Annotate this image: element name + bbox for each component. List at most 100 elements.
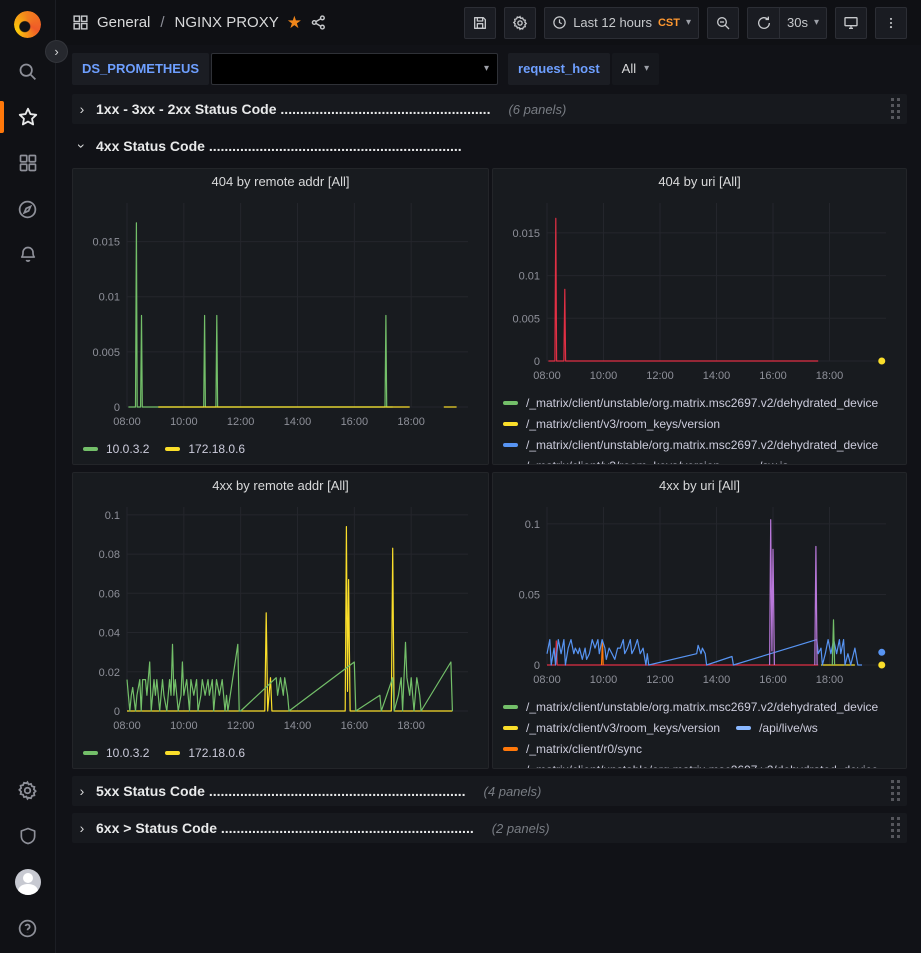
legend-item[interactable]: 10.0.3.2 <box>83 438 149 459</box>
chevron-down-icon: ▾ <box>484 63 489 74</box>
legend-label: /_matrix/client/unstable/org.matrix.msc2… <box>526 396 878 410</box>
legend-item[interactable]: /_matrix/client/unstable/org.matrix.msc2… <box>503 759 878 769</box>
compass-icon <box>17 199 38 220</box>
svg-text:14:00: 14:00 <box>703 674 731 686</box>
search-icon <box>17 61 38 82</box>
legend-item[interactable]: /_matrix/client/unstable/org.matrix.msc2… <box>503 696 878 717</box>
cycle-view-mode-button[interactable] <box>835 7 867 39</box>
panel-4xx-by-remote-addr: 4xx by remote addr [All] 00.020.040.060.… <box>72 472 489 769</box>
share-icon[interactable] <box>310 14 327 31</box>
panel-title[interactable]: 404 by uri [All] <box>493 169 906 195</box>
refresh-button[interactable] <box>747 7 779 39</box>
sidebar-expand-button[interactable]: › <box>45 40 68 63</box>
row-drag-handle[interactable] <box>891 817 901 839</box>
variables-submenu: DS_PROMETHEUS ▾ request_host All ▾ <box>56 45 921 92</box>
chevron-down-icon: ▾ <box>814 17 819 28</box>
panel-title[interactable]: 4xx by uri [All] <box>493 473 906 499</box>
svg-text:16:00: 16:00 <box>759 370 787 382</box>
row-panel-count: (4 panels) <box>484 784 542 799</box>
legend-swatch <box>503 726 518 730</box>
request-host-select[interactable]: All ▾ <box>612 53 659 85</box>
timeseries-chart[interactable]: 00.0050.010.01508:0010:0012:0014:0016:00… <box>73 195 488 436</box>
grafana-app: › General / NGINX PROXY ★ La <box>0 0 921 953</box>
svg-text:18:00: 18:00 <box>397 416 425 428</box>
timeseries-chart[interactable]: 00.020.040.060.080.108:0010:0012:0014:00… <box>73 499 488 740</box>
dashboards-grid-icon <box>18 153 38 173</box>
legend-item[interactable]: /_matrix/client/r0/sync <box>503 738 642 759</box>
legend-label: /api/live/ws <box>759 721 818 735</box>
svg-text:0.06: 0.06 <box>99 588 120 600</box>
sidebar-item-configuration[interactable] <box>0 767 56 813</box>
grafana-logo-icon <box>14 11 41 38</box>
svg-text:0.01: 0.01 <box>99 292 120 304</box>
more-options-button[interactable] <box>875 7 907 39</box>
clock-icon <box>552 15 567 30</box>
legend-swatch <box>503 443 518 447</box>
legend-item[interactable]: 172.18.0.6 <box>165 742 245 763</box>
svg-text:08:00: 08:00 <box>533 674 561 686</box>
legend-item[interactable]: /_matrix/client/unstable/org.matrix.msc2… <box>503 392 878 413</box>
legend-swatch <box>83 447 98 451</box>
bell-icon <box>18 245 38 265</box>
row-4xx[interactable]: › 4xx Status Code ......................… <box>72 131 907 161</box>
svg-text:0.015: 0.015 <box>512 228 540 240</box>
sidebar-item-explore[interactable] <box>0 186 56 232</box>
row-drag-handle[interactable] <box>891 98 901 120</box>
svg-text:18:00: 18:00 <box>816 370 844 382</box>
row-drag-handle[interactable] <box>891 780 901 802</box>
svg-text:10:00: 10:00 <box>590 674 618 686</box>
legend-swatch <box>503 464 518 466</box>
ds-prometheus-label: DS_PROMETHEUS <box>72 53 209 85</box>
page-title[interactable]: NGINX PROXY <box>175 14 279 31</box>
legend-item[interactable]: /_matrix/client/unstable/org.matrix.msc2… <box>503 434 878 455</box>
svg-text:0.01: 0.01 <box>519 271 540 283</box>
ds-prometheus-select[interactable]: ▾ <box>211 53 498 85</box>
legend-item[interactable]: /api/live/ws <box>736 717 818 738</box>
legend-item[interactable]: /sw.js <box>736 455 788 465</box>
sidebar-item-profile[interactable] <box>0 859 56 905</box>
chevron-down-icon: ▾ <box>686 17 691 28</box>
legend-label: 10.0.3.2 <box>106 746 149 760</box>
zoom-out-icon <box>715 15 731 31</box>
favorite-star-icon[interactable]: ★ <box>287 13 302 33</box>
legend-item[interactable]: /_matrix/client/v3/room_keys/version <box>503 413 720 434</box>
timeseries-chart[interactable]: 00.0050.010.01508:0010:0012:0014:0016:00… <box>493 195 906 390</box>
legend-item[interactable]: /_matrix/client/v3/room_keys/version <box>503 455 720 465</box>
panel-title[interactable]: 4xx by remote addr [All] <box>73 473 488 499</box>
sidebar-item-server-admin[interactable] <box>0 813 56 859</box>
legend-item[interactable]: 172.18.0.6 <box>165 438 245 459</box>
legend-label: /_matrix/client/v3/room_keys/version <box>526 721 720 735</box>
shield-icon <box>18 826 38 846</box>
panel-title[interactable]: 404 by remote addr [All] <box>73 169 488 195</box>
refresh-interval-select[interactable]: 30s ▾ <box>779 7 827 39</box>
breadcrumb-folder[interactable]: General <box>97 14 150 31</box>
row-6xx[interactable]: › 6xx > Status Code ....................… <box>72 813 907 843</box>
grafana-logo[interactable] <box>0 0 56 48</box>
legend-item[interactable]: /_matrix/client/v3/room_keys/version <box>503 717 720 738</box>
legend-swatch <box>503 768 518 770</box>
row-title: 4xx Status Code ........................… <box>96 138 462 154</box>
dashboard-settings-button[interactable] <box>504 7 536 39</box>
row-5xx[interactable]: › 5xx Status Code ......................… <box>72 776 907 806</box>
legend-item[interactable]: 10.0.3.2 <box>83 742 149 763</box>
row-panel-count: (6 panels) <box>508 102 566 117</box>
refresh-interval-value: 30s <box>787 15 808 30</box>
sidebar-item-help[interactable] <box>0 905 56 951</box>
row-title: 6xx > Status Code ......................… <box>96 820 474 836</box>
svg-text:12:00: 12:00 <box>646 674 674 686</box>
zoom-out-time-button[interactable] <box>707 7 739 39</box>
panel-row-1: 404 by remote addr [All] 00.0050.010.015… <box>72 168 907 465</box>
row-title: 5xx Status Code ........................… <box>96 783 466 799</box>
svg-text:18:00: 18:00 <box>816 674 844 686</box>
timeseries-chart[interactable]: 00.050.108:0010:0012:0014:0016:0018:00 <box>493 499 906 694</box>
sidebar-item-starred[interactable] <box>0 94 56 140</box>
svg-text:0.05: 0.05 <box>519 589 540 601</box>
chart-legend: /_matrix/client/unstable/org.matrix.msc2… <box>493 390 906 465</box>
sidebar-item-alerting[interactable] <box>0 232 56 278</box>
svg-text:14:00: 14:00 <box>284 720 312 732</box>
row-1xx-3xx-2xx[interactable]: › 1xx - 3xx - 2xx Status Code ..........… <box>72 94 907 124</box>
time-range-picker[interactable]: Last 12 hours CST ▾ <box>544 7 699 39</box>
legend-label: /sw.js <box>759 459 788 466</box>
save-dashboard-button[interactable] <box>464 7 496 39</box>
sidebar-item-dashboards[interactable] <box>0 140 56 186</box>
